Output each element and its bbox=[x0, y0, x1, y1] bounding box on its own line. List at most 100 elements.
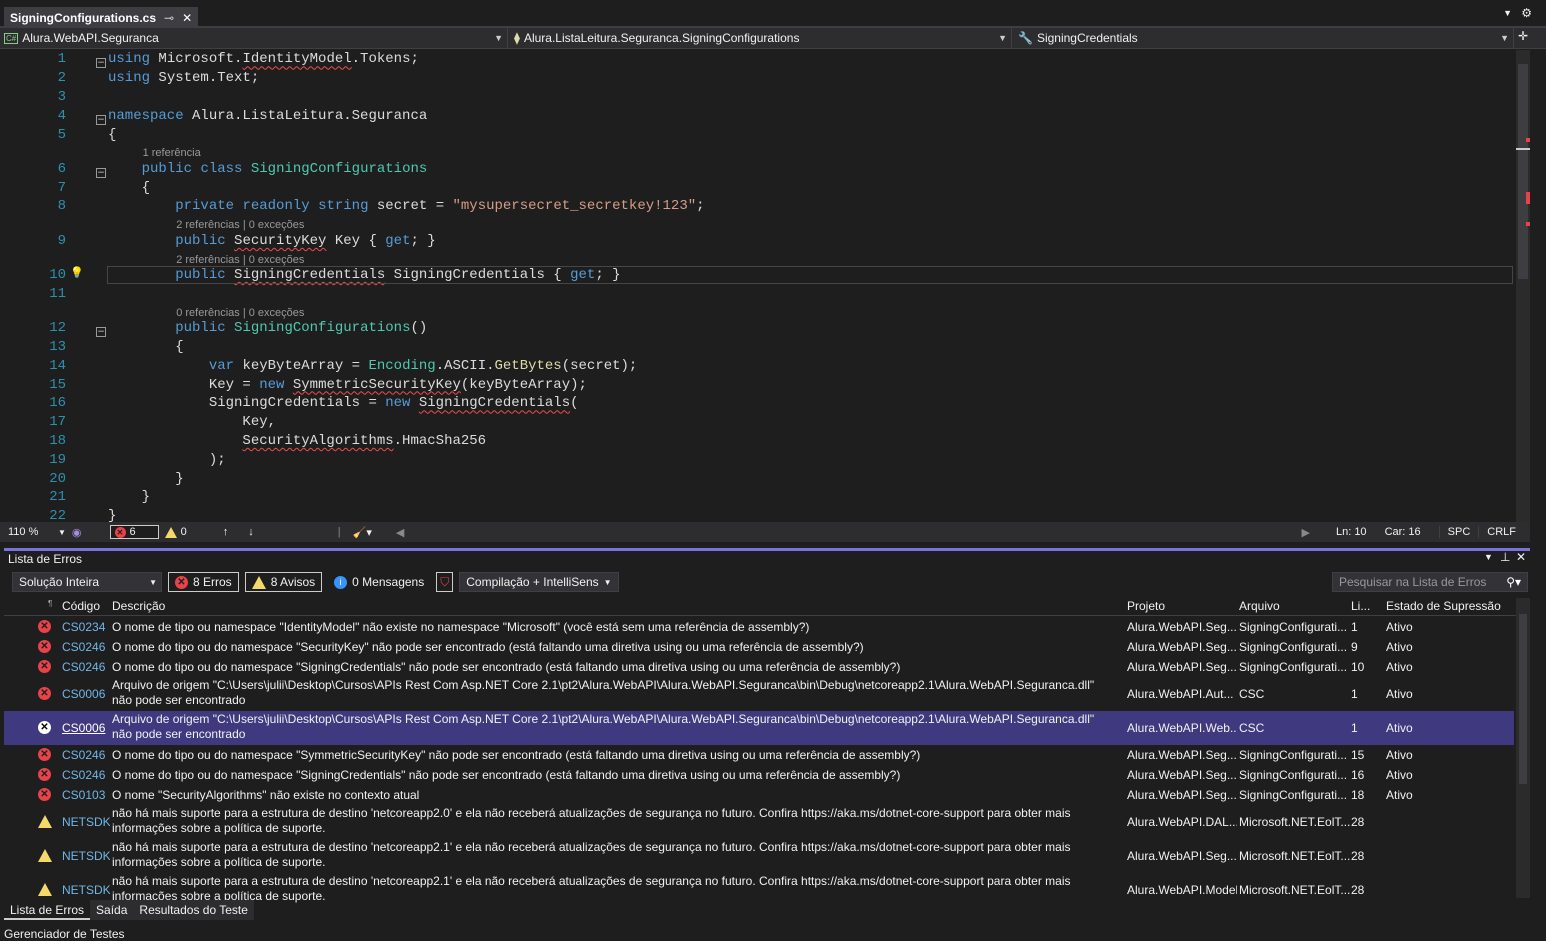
pin-icon[interactable]: ⊸ bbox=[164, 11, 174, 25]
header-code[interactable]: Código bbox=[62, 599, 100, 613]
code-line[interactable]: 5{ bbox=[0, 125, 1516, 144]
code-line[interactable]: 19 ); bbox=[0, 450, 1516, 469]
collapse-icon[interactable]: − bbox=[96, 327, 106, 338]
header-file[interactable]: Arquivo bbox=[1239, 599, 1280, 613]
codelens[interactable]: 2 referências | 0 exceções bbox=[0, 216, 1516, 231]
row-code[interactable]: CS0006 bbox=[62, 721, 110, 735]
code-line[interactable]: 20 } bbox=[0, 469, 1516, 488]
warnings-filter-button[interactable]: 8 Avisos bbox=[244, 572, 323, 592]
error-list-search-input[interactable]: Pesquisar na Lista de Erros ⚲▾ bbox=[1332, 572, 1528, 592]
pin-icon[interactable]: ⊥ bbox=[1500, 550, 1510, 564]
project-dropdown[interactable]: C# Alura.WebAPI.Seguranca ▼ bbox=[0, 28, 508, 48]
tab-error-list[interactable]: Lista de Erros bbox=[4, 900, 91, 920]
row-code[interactable]: NETSDK1 bbox=[62, 849, 110, 863]
column-chooser-icon[interactable]: ¶ bbox=[48, 599, 52, 608]
panel-menu-icon[interactable]: ▼ bbox=[1484, 552, 1493, 562]
error-row[interactable]: ✕ CS0234 O nome de tipo ou namespace "Iden… bbox=[4, 617, 1514, 637]
header-project[interactable]: Projeto bbox=[1127, 599, 1165, 613]
codelens-text[interactable]: 2 referências | 0 exceções bbox=[176, 254, 304, 266]
collapse-icon[interactable]: − bbox=[96, 167, 106, 178]
row-code[interactable]: CS0006 bbox=[62, 687, 110, 701]
warning-count-button[interactable]: 0 bbox=[164, 526, 187, 538]
scroll-right-icon[interactable]: ▶ bbox=[1302, 526, 1310, 539]
filter-button[interactable]: ⛉ bbox=[436, 572, 454, 592]
tab-output[interactable]: Saída bbox=[90, 900, 134, 920]
code-line[interactable]: 1 − using Microsoft.IdentityModel.Tokens; bbox=[0, 50, 1516, 69]
row-code[interactable]: CS0246 bbox=[62, 660, 110, 674]
header-suppression-state[interactable]: Estado de Supressão bbox=[1386, 599, 1501, 613]
code-line[interactable]: 9 public SecurityKey Key { get; } bbox=[0, 231, 1516, 250]
error-row[interactable]: ✕ CS0006 Arquivo de origem "C:\Users\julii… bbox=[4, 711, 1514, 745]
collapse-icon[interactable]: − bbox=[96, 114, 106, 125]
editor-vertical-scrollbar[interactable] bbox=[1516, 50, 1530, 522]
codelens-text[interactable]: 1 referência bbox=[143, 147, 201, 159]
error-row[interactable]: ✕ CS0006 Arquivo de origem "C:\Users\julii… bbox=[4, 677, 1514, 711]
codelens-text[interactable]: 2 referências | 0 exceções bbox=[176, 219, 304, 231]
codelens[interactable]: 0 referências | 0 exceções bbox=[0, 303, 1516, 319]
code-line[interactable]: 4 − namespace Alura.ListaLeitura.Seguranca bbox=[0, 106, 1516, 125]
tab-signingconfigurations[interactable]: SigningConfigurations.cs ⊸ ✕ bbox=[4, 7, 199, 28]
error-list-scrollbar[interactable] bbox=[1516, 598, 1530, 898]
row-code[interactable]: CS0246 bbox=[62, 640, 110, 654]
scrollbar-thumb[interactable] bbox=[1519, 614, 1527, 784]
class-dropdown[interactable]: ⧫ Alura.ListaLeitura.Seguranca.SigningCo… bbox=[510, 28, 1012, 48]
test-explorer-tab[interactable]: Gerenciador de Testes bbox=[4, 927, 125, 941]
code-line[interactable]: 21 } bbox=[0, 488, 1516, 507]
zoom-level[interactable]: 110 % bbox=[8, 526, 58, 538]
row-code[interactable]: CS0234 bbox=[62, 620, 110, 634]
whitespace-indicator[interactable]: SPC bbox=[1438, 526, 1479, 538]
tab-overflow-icon[interactable]: ▼ bbox=[1503, 8, 1512, 18]
code-line[interactable]: 2 using System.Text; bbox=[0, 69, 1516, 88]
close-icon[interactable]: ✕ bbox=[182, 11, 192, 25]
code-line[interactable]: 16 SigningCredentials = new SigningCrede… bbox=[0, 394, 1516, 413]
codelens-text[interactable]: 0 referências | 0 exceções bbox=[176, 307, 304, 319]
build-source-dropdown[interactable]: Compilação + IntelliSens ▼ bbox=[459, 572, 619, 592]
messages-filter-button[interactable]: i 0 Mensagens bbox=[328, 572, 430, 592]
error-count-button[interactable]: ✕ 6 bbox=[109, 525, 159, 539]
error-row[interactable]: ✕ CS0246 O nome do tipo ou do namespace "S… bbox=[4, 657, 1514, 677]
error-row[interactable]: NETSDK1não há mais suporte para a estrut… bbox=[4, 805, 1514, 839]
search-icon[interactable]: ⚲▾ bbox=[1506, 575, 1521, 589]
code-line[interactable]: 18 SecurityAlgorithms.HmacSha256 bbox=[0, 432, 1516, 451]
code-line[interactable]: 17 Key, bbox=[0, 413, 1516, 432]
copilot-icon[interactable]: ◉ bbox=[72, 526, 82, 539]
lightbulb-error-icon[interactable]: 💡 bbox=[70, 266, 84, 280]
code-line[interactable]: 15 Key = new SymmetricSecurityKey(keyByt… bbox=[0, 375, 1516, 394]
line-ending-indicator[interactable]: CRLF bbox=[1478, 526, 1524, 538]
collapse-icon[interactable]: − bbox=[96, 58, 106, 69]
error-row[interactable]: ✕ CS0246 O nome do tipo ou do namespace "S… bbox=[4, 637, 1514, 657]
code-line[interactable]: 22} bbox=[0, 507, 1516, 522]
next-issue-icon[interactable]: ↓ bbox=[248, 526, 254, 538]
scrollbar-thumb[interactable] bbox=[1518, 64, 1528, 279]
gear-icon[interactable]: ⚙ bbox=[1521, 6, 1532, 20]
close-panel-icon[interactable]: ✕ bbox=[1516, 550, 1526, 564]
codelens[interactable]: 1 referência bbox=[0, 144, 1516, 159]
header-description[interactable]: Descrição bbox=[112, 599, 165, 613]
error-row[interactable]: NETSDK1não há mais suporte para a estrut… bbox=[4, 839, 1514, 873]
code-line[interactable]: 10 💡 public SigningCredentials SigningCre… bbox=[0, 266, 1516, 285]
error-row[interactable]: ✕ CS0103 O nome "SecurityAlgorithms" não e… bbox=[4, 785, 1514, 805]
errors-filter-button[interactable]: ✕ 8 Erros bbox=[168, 572, 239, 592]
code-line[interactable]: 12 − public SigningConfigurations() bbox=[0, 319, 1516, 338]
code-line[interactable]: 13 { bbox=[0, 338, 1516, 357]
code-line[interactable]: 11 bbox=[0, 284, 1516, 303]
scroll-left-icon[interactable]: ◀ bbox=[396, 526, 404, 539]
code-line[interactable]: 6 − public class SigningConfigurations bbox=[0, 159, 1516, 178]
chevron-down-icon[interactable]: ▼ bbox=[58, 528, 66, 537]
code-line[interactable]: 14 var keyByteArray = Encoding.ASCII.Get… bbox=[0, 356, 1516, 375]
row-code[interactable]: CS0246 bbox=[62, 748, 110, 762]
codelens[interactable]: 2 referências | 0 exceções bbox=[0, 250, 1516, 266]
code-line[interactable]: 3 bbox=[0, 88, 1516, 107]
row-code[interactable]: CS0246 bbox=[62, 768, 110, 782]
error-row[interactable]: ✕ CS0246 O nome do tipo ou do namespace "S… bbox=[4, 765, 1514, 785]
row-code[interactable]: NETSDK1 bbox=[62, 883, 110, 897]
member-dropdown[interactable]: 🔧 SigningCredentials ▼ bbox=[1014, 28, 1514, 48]
row-code[interactable]: CS0103 bbox=[62, 788, 110, 802]
code-cleanup-icon[interactable]: 🧹▾ bbox=[353, 526, 372, 539]
error-row[interactable]: ✕ CS0246 O nome do tipo ou do namespace "S… bbox=[4, 745, 1514, 765]
split-editor-icon[interactable]: ✛ bbox=[1518, 29, 1528, 43]
code-editor[interactable]: 1− using Microsoft.IdentityModel.Tokens; 2… bbox=[0, 50, 1516, 522]
previous-issue-icon[interactable]: ↑ bbox=[223, 526, 229, 538]
code-line[interactable]: 7 { bbox=[0, 178, 1516, 197]
scope-dropdown[interactable]: Solução Inteira ▼ bbox=[12, 572, 162, 592]
